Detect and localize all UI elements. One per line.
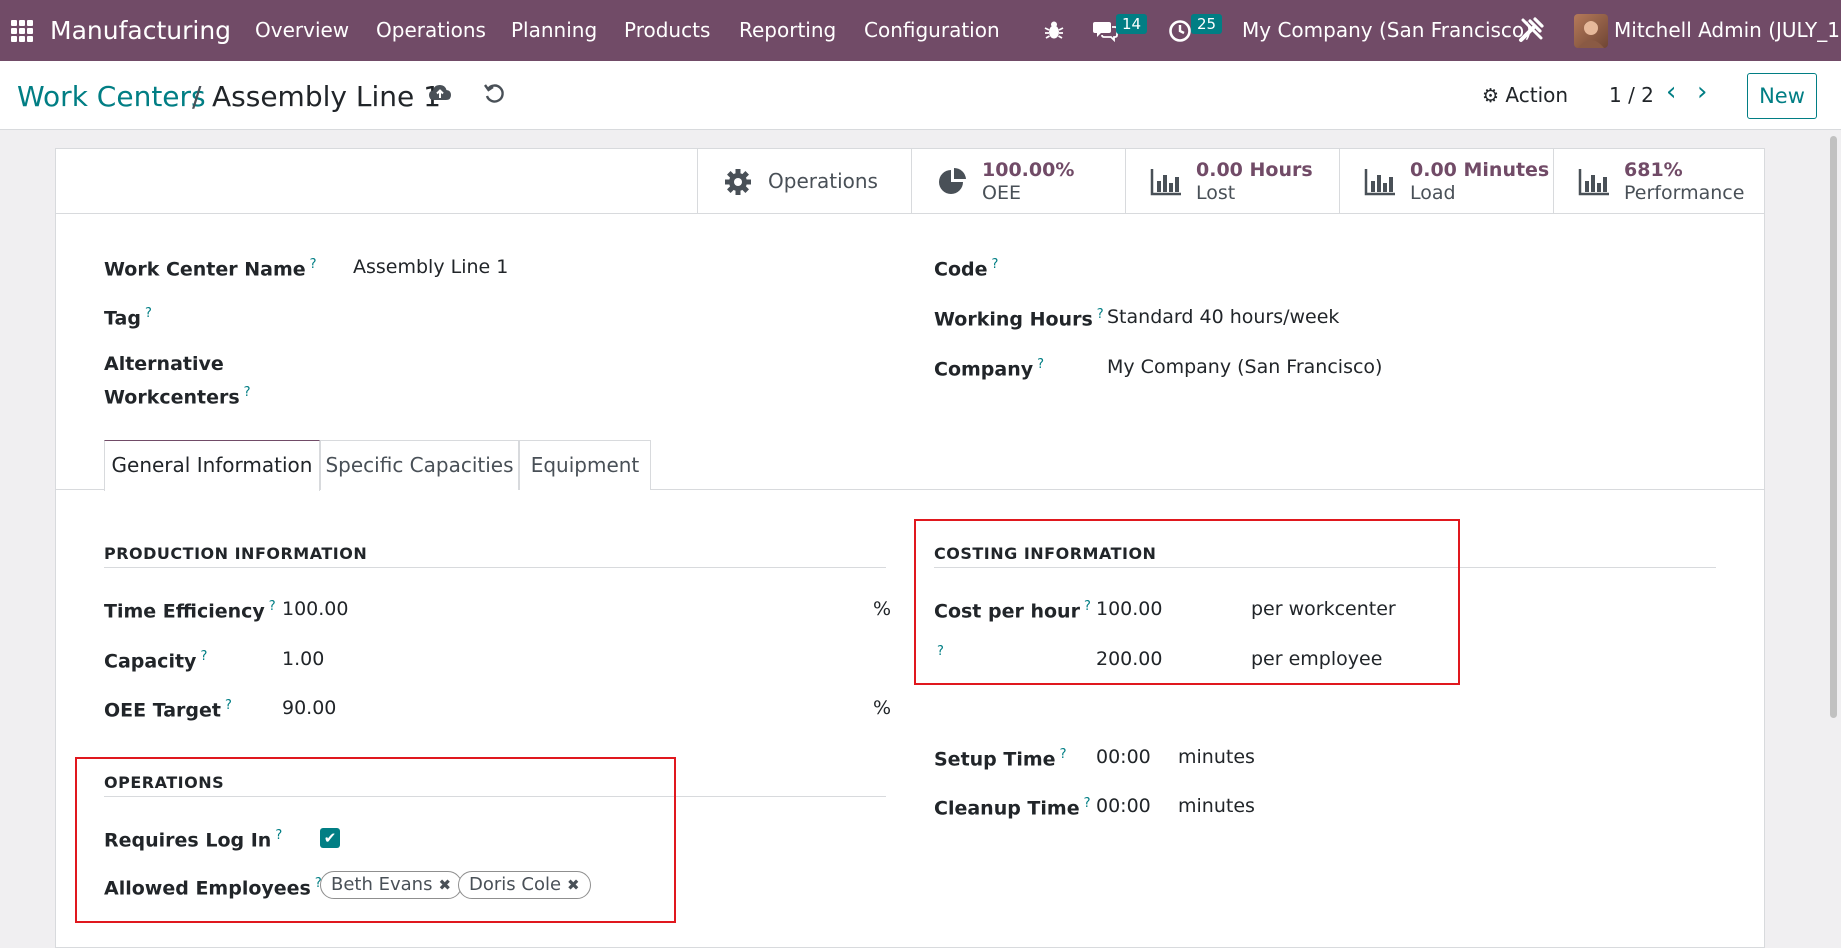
help-icon[interactable]: ?	[244, 385, 251, 400]
cleanup-time-label: Cleanup Time?	[934, 796, 1091, 820]
pager-next-icon[interactable]: ›	[1697, 77, 1707, 107]
help-icon[interactable]: ?	[1097, 307, 1104, 322]
lost-label: Lost	[1196, 182, 1236, 204]
menu-operations[interactable]: Operations	[376, 0, 486, 61]
work-center-name-field[interactable]: Assembly Line 1	[353, 255, 508, 279]
pager-previous-icon[interactable]: ‹	[1666, 77, 1676, 107]
load-smart-button[interactable]: 0.00 Minutes Load	[1339, 149, 1553, 214]
lost-smart-button[interactable]: 0.00 Hours Lost	[1125, 149, 1339, 214]
menu-products[interactable]: Products	[624, 0, 710, 61]
app-name[interactable]: Manufacturing	[50, 0, 231, 61]
pie-chart-icon	[939, 167, 966, 194]
tab-equipment[interactable]: Equipment	[519, 440, 651, 490]
tag-field[interactable]	[353, 299, 853, 329]
time-efficiency-label: Time Efficiency?	[104, 599, 276, 623]
production-information-title: PRODUCTION INFORMATION	[104, 544, 368, 563]
help-icon[interactable]: ?	[1060, 747, 1067, 762]
menu-reporting[interactable]: Reporting	[739, 0, 836, 61]
operations-smart-label: Operations	[768, 169, 878, 193]
top-navbar: Manufacturing Overview Operations Planni…	[0, 0, 1841, 61]
production-divider	[104, 567, 886, 568]
alternative-workcenters-field[interactable]	[353, 349, 853, 379]
help-icon[interactable]: ?	[269, 599, 276, 614]
operations-smart-button[interactable]: Operations	[697, 149, 911, 214]
tag-label: Tag?	[104, 306, 152, 330]
alternative-workcenters-label-line1: Alternative	[104, 353, 224, 375]
working-hours-field[interactable]: Standard 40 hours/week	[1107, 305, 1339, 329]
performance-value: 681%	[1624, 159, 1683, 181]
working-hours-label: Working Hours?	[934, 307, 1104, 331]
menu-overview[interactable]: Overview	[255, 0, 349, 61]
bar-chart-icon	[1150, 169, 1181, 196]
bar-chart-icon	[1364, 169, 1395, 196]
work-center-name-label: Work Center Name?	[104, 257, 317, 281]
control-panel: Work Centers / Assembly Line 1 ⚙ Action …	[0, 61, 1841, 130]
cleanup-time-field[interactable]: 00:00	[1096, 794, 1151, 818]
help-icon[interactable]: ?	[991, 257, 998, 272]
capacity-label: Capacity?	[104, 649, 208, 673]
save-cloud-icon[interactable]	[428, 83, 452, 103]
gear-icon	[725, 169, 751, 195]
menu-planning[interactable]: Planning	[511, 0, 597, 61]
lost-value: 0.00 Hours	[1196, 159, 1313, 181]
capacity-field[interactable]: 1.00	[282, 647, 324, 671]
code-label: Code?	[934, 257, 999, 281]
cleanup-time-unit: minutes	[1178, 795, 1255, 817]
user-avatar[interactable]	[1574, 14, 1608, 48]
tab-general-information[interactable]: General Information	[104, 440, 320, 491]
menu-configuration[interactable]: Configuration	[864, 0, 1000, 61]
setup-time-field[interactable]: 00:00	[1096, 745, 1151, 769]
alternative-workcenters-label: Workcenters?	[104, 385, 251, 409]
scrollbar-thumb[interactable]	[1830, 136, 1837, 718]
costing-highlight-box	[914, 519, 1460, 685]
action-label: Action	[1505, 83, 1569, 107]
new-button[interactable]: New	[1747, 73, 1817, 119]
pager-value[interactable]: 1 / 2	[1609, 81, 1654, 109]
debug-bug-icon[interactable]	[1043, 19, 1065, 41]
load-label: Load	[1410, 182, 1456, 204]
company-field[interactable]: My Company (San Francisco)	[1107, 355, 1382, 379]
oee-value: 100.00%	[982, 159, 1075, 181]
settings-tools-icon[interactable]	[1517, 16, 1545, 44]
help-icon[interactable]: ?	[1037, 357, 1044, 372]
bar-chart-icon	[1578, 169, 1609, 196]
breadcrumb-work-centers[interactable]: Work Centers	[17, 81, 206, 113]
time-efficiency-field[interactable]: 100.00	[282, 597, 348, 621]
activities-clock-icon[interactable]	[1168, 19, 1192, 43]
setup-time-unit: minutes	[1178, 746, 1255, 768]
company-switcher[interactable]: My Company (San Francisco)	[1242, 0, 1532, 61]
oee-smart-button[interactable]: 100.00% OEE	[911, 149, 1125, 214]
discard-undo-icon[interactable]	[483, 83, 505, 105]
help-icon[interactable]: ?	[1084, 796, 1091, 811]
code-field[interactable]	[1107, 249, 1707, 279]
help-icon[interactable]: ?	[145, 306, 152, 321]
apps-menu-icon[interactable]	[11, 20, 33, 42]
user-menu[interactable]: Mitchell Admin (JULY_1)	[1614, 0, 1841, 61]
setup-time-label: Setup Time?	[934, 747, 1067, 771]
operations-highlight-box	[75, 757, 676, 923]
tab-specific-capacities[interactable]: Specific Capacities	[320, 440, 519, 490]
breadcrumb-current: Assembly Line 1	[212, 80, 441, 113]
oee-target-unit: %	[873, 697, 892, 719]
oee-label: OEE	[982, 182, 1021, 204]
messages-count-badge: 14	[1116, 14, 1148, 34]
oee-target-label: OEE Target?	[104, 698, 232, 722]
oee-target-field[interactable]: 90.00	[282, 696, 336, 720]
action-menu-button[interactable]: ⚙ Action	[1482, 81, 1568, 110]
time-efficiency-unit: %	[873, 598, 892, 620]
activities-count-badge: 25	[1191, 14, 1223, 34]
load-value: 0.00 Minutes	[1410, 159, 1550, 181]
smart-button-box: Operations 100.00% OEE 0.00 Hours Lost 0…	[56, 149, 1764, 214]
company-label: Company?	[934, 357, 1045, 381]
performance-smart-button[interactable]: 681% Performance	[1553, 149, 1764, 214]
action-gear-icon: ⚙	[1482, 85, 1500, 107]
help-icon[interactable]: ?	[200, 649, 207, 664]
messages-icon[interactable]	[1092, 19, 1118, 43]
performance-label: Performance	[1624, 182, 1745, 204]
notebook-tabs: General Information Specific Capacities …	[56, 440, 1764, 491]
help-icon[interactable]: ?	[225, 698, 232, 713]
breadcrumb-separator: /	[192, 80, 202, 113]
help-icon[interactable]: ?	[310, 257, 317, 272]
